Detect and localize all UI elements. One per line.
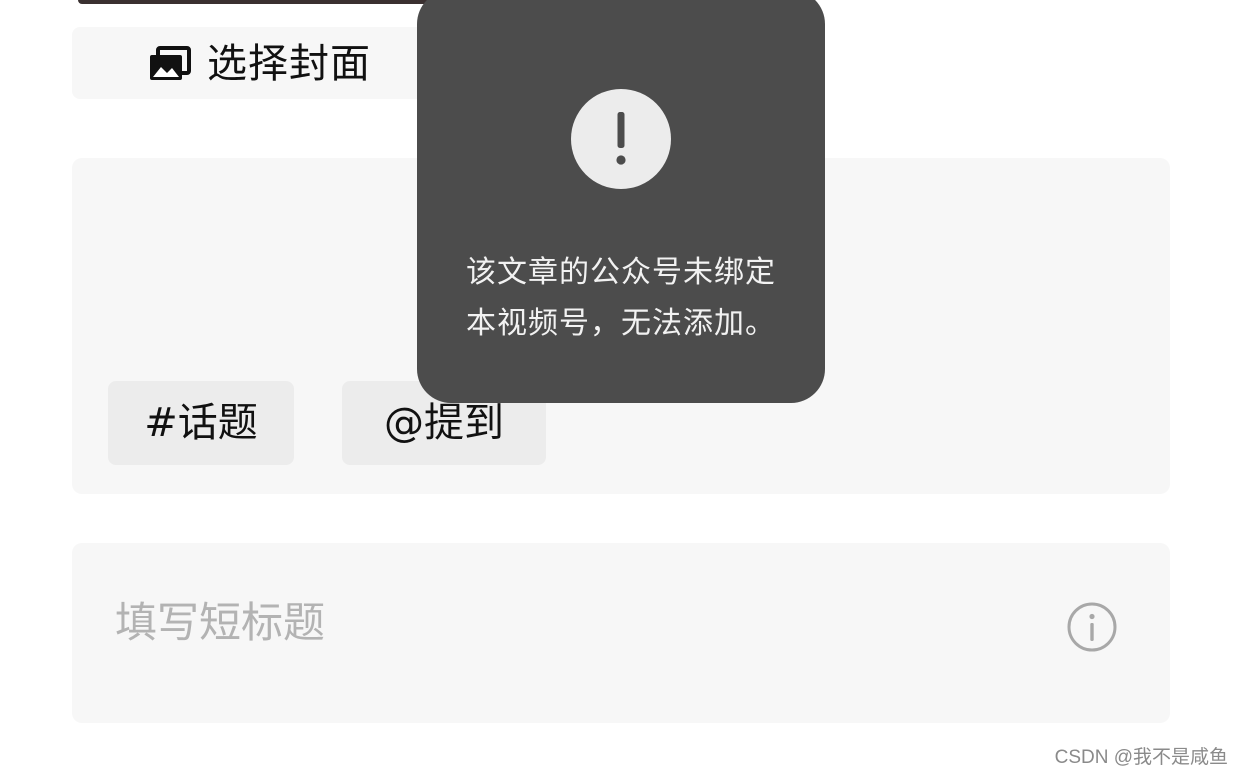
select-cover-label[interactable]: 选择封面 xyxy=(207,38,371,90)
watermark: CSDN @我不是咸鱼 xyxy=(1054,747,1228,768)
exclamation-icon xyxy=(571,89,671,189)
topic-chip-button[interactable]: #话题 xyxy=(108,381,294,465)
toast-message-line-1: 该文章的公众号未绑定 xyxy=(466,255,776,290)
toast-message-line-2: 本视频号，无法添加。 xyxy=(466,306,776,341)
short-title-input[interactable] xyxy=(115,594,1015,650)
info-icon[interactable] xyxy=(1066,601,1118,653)
toast-message: 该文章的公众号未绑定 本视频号，无法添加。 xyxy=(432,247,810,349)
cover-preview-edge xyxy=(78,0,438,4)
image-gallery-icon xyxy=(150,46,191,80)
publish-page: 选择封面 #话题 @提到 该文章的公众号未绑定 本视频号，无法添加。 CSDN … xyxy=(0,0,1242,778)
